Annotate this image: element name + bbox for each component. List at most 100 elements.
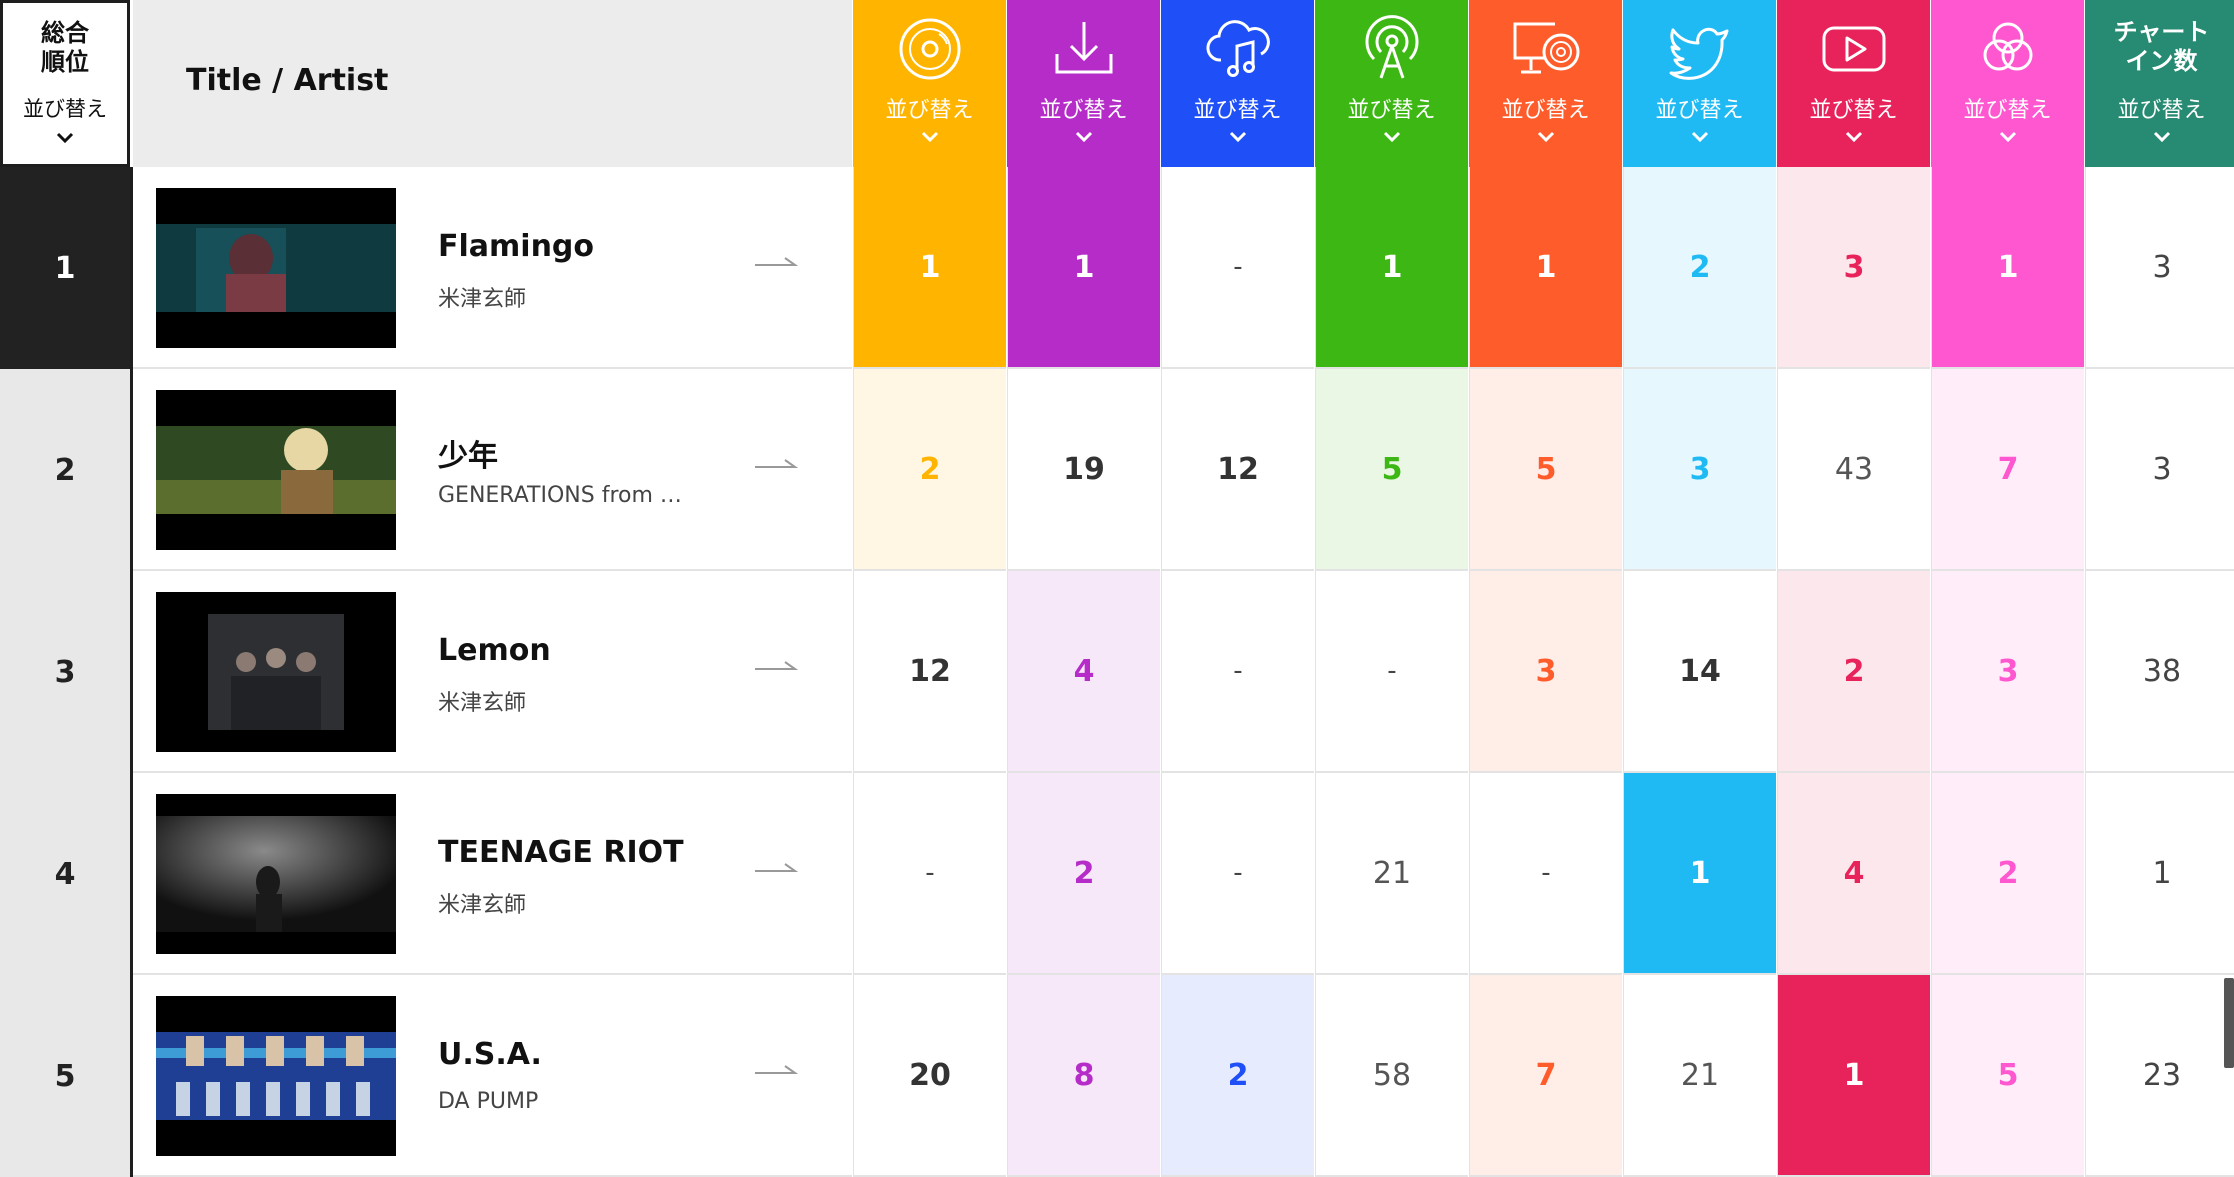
- song-title[interactable]: TEENAGE RIOT: [438, 835, 684, 870]
- title-artist-cell[interactable]: U.S.A. DA PUMP: [133, 975, 852, 1177]
- rank-cell-chart-in-count: 1: [2085, 773, 2234, 975]
- rank-cell-gyao: 2: [1931, 773, 2084, 975]
- chevron-down-icon: [2085, 128, 2234, 147]
- rank-cell-streaming: -: [1161, 167, 1314, 369]
- header-col-streaming[interactable]: 並び替え: [1161, 0, 1314, 167]
- rank-cell-twitter: 14: [1623, 571, 1776, 773]
- sort-label: 並び替え: [1655, 98, 1744, 123]
- rank-cell-youtube: 43: [1777, 369, 1930, 571]
- title-artist-cell[interactable]: 少年 GENERATIONS from …: [133, 369, 852, 571]
- overall-rank-sort-header[interactable]: 総合 順位 並び替え: [0, 0, 130, 167]
- video-thumbnail[interactable]: [156, 996, 396, 1156]
- overall-rank: 4: [0, 773, 133, 975]
- rank-cell-download: 4: [1007, 571, 1160, 773]
- chart-header: 総合 順位 並び替え Title / Artist 並び替え 並び替え 並び替え 並び…: [0, 0, 2234, 167]
- header-col-gyao[interactable]: 並び替え: [1931, 0, 2084, 167]
- rank-cell-gyao: 7: [1931, 369, 2084, 571]
- rank-cell-download: 1: [1007, 167, 1160, 369]
- song-title[interactable]: 少年: [438, 431, 498, 475]
- artist-name[interactable]: DA PUMP: [438, 1089, 538, 1114]
- chevron-down-icon: [1623, 128, 1776, 147]
- rank-cell-chart-in-count: 3: [2085, 167, 2234, 369]
- chart-row[interactable]: 5 U.S.A. DA PUMP 20 8 2 58 7 21 1 5 23: [0, 975, 2234, 1177]
- song-title[interactable]: Flamingo: [438, 229, 594, 264]
- overall-rank-label-line1: 総合: [41, 19, 89, 47]
- rank-cell-twitter: 3: [1623, 369, 1776, 571]
- header-col-chart-in-count[interactable]: チャート イン数並び替え: [2085, 0, 2234, 167]
- chevron-down-icon: [853, 128, 1006, 147]
- chart-row[interactable]: 1 Flamingo 米津玄師 1 1-1 1 2 3 1 3: [0, 167, 2234, 369]
- rank-cell-download: 2: [1007, 773, 1160, 975]
- video-thumbnail[interactable]: [156, 188, 396, 348]
- rank-cell-twitter: 2: [1623, 167, 1776, 369]
- three-circles-icon: [1931, 14, 2084, 84]
- artist-name[interactable]: 米津玄師: [438, 887, 526, 919]
- scrollbar[interactable]: [2224, 978, 2234, 1068]
- rank-cell-gyao: 1: [1931, 167, 2084, 369]
- artist-name[interactable]: 米津玄師: [438, 685, 526, 717]
- youtube-icon: [1777, 14, 1930, 84]
- rank-cell-radio: 5: [1315, 369, 1468, 571]
- rank-cell-streaming: -: [1161, 571, 1314, 773]
- rank-cell-physical-cd: 20: [853, 975, 1006, 1177]
- title-artist-cell[interactable]: Flamingo 米津玄師: [133, 167, 852, 369]
- chevron-down-icon: [1931, 128, 2084, 147]
- title-artist-cell[interactable]: Lemon 米津玄師: [133, 571, 852, 773]
- trend-arrow-icon: [753, 251, 799, 271]
- overall-rank-label-line2: 順位: [41, 48, 89, 76]
- download-icon: [1007, 14, 1160, 84]
- rank-cell-pc-lookup: 1: [1469, 167, 1622, 369]
- sort-label: 並び替え: [1501, 98, 1590, 123]
- sort-label: 並び替え: [1193, 98, 1282, 123]
- trend-arrow-icon: [753, 1059, 799, 1079]
- rank-cell-download: 8: [1007, 975, 1160, 1177]
- chart-row[interactable]: 4 TEENAGE RIOT 米津玄師 -2-21-1 4 2 1: [0, 773, 2234, 975]
- header-col-radio[interactable]: 並び替え: [1315, 0, 1468, 167]
- rank-cell-radio: 58: [1315, 975, 1468, 1177]
- rank-cell-streaming: 2: [1161, 975, 1314, 1177]
- rank-cell-chart-in-count: 38: [2085, 571, 2234, 773]
- video-thumbnail[interactable]: [156, 794, 396, 954]
- rank-cell-youtube: 4: [1777, 773, 1930, 975]
- rank-cell-chart-in-count: 3: [2085, 369, 2234, 571]
- chart-in-count-label-line1: チャート: [2113, 18, 2210, 46]
- rank-cell-twitter: 1: [1623, 773, 1776, 975]
- rank-cell-pc-lookup: 7: [1469, 975, 1622, 1177]
- chart-row[interactable]: 3 Lemon 米津玄師 12 4- -3 14 2 3 38: [0, 571, 2234, 773]
- title-artist-label: Title / Artist: [186, 63, 389, 98]
- header-col-download[interactable]: 並び替え: [1007, 0, 1160, 167]
- sort-label: 並び替え: [23, 97, 107, 121]
- video-thumbnail[interactable]: [156, 390, 396, 550]
- artist-name[interactable]: 米津玄師: [438, 281, 526, 313]
- sort-label: 並び替え: [1963, 98, 2052, 123]
- rank-cell-physical-cd: -: [853, 773, 1006, 975]
- video-thumbnail[interactable]: [156, 592, 396, 752]
- chart-row[interactable]: 2 少年 GENERATIONS from … 2 19 12 5 5 3 43 7 3: [0, 369, 2234, 571]
- monitor-cd-icon: [1469, 14, 1622, 84]
- rank-cell-streaming: 12: [1161, 369, 1314, 571]
- sort-label: 並び替え: [885, 98, 974, 123]
- sort-label: 並び替え: [2117, 98, 2206, 123]
- rank-cell-physical-cd: 2: [853, 369, 1006, 571]
- overall-rank: 5: [0, 975, 133, 1177]
- title-artist-header: Title / Artist: [133, 0, 852, 167]
- rank-cell-youtube: 3: [1777, 167, 1930, 369]
- header-col-physical-cd[interactable]: 並び替え: [853, 0, 1006, 167]
- cloud-music-icon: [1161, 14, 1314, 84]
- song-title[interactable]: Lemon: [438, 633, 551, 668]
- overall-rank-label: 総合 順位: [3, 19, 127, 77]
- header-col-youtube[interactable]: 並び替え: [1777, 0, 1930, 167]
- song-title[interactable]: U.S.A.: [438, 1037, 542, 1072]
- rank-cell-physical-cd: 12: [853, 571, 1006, 773]
- sort-label: 並び替え: [1347, 98, 1436, 123]
- header-col-pc-lookup[interactable]: 並び替え: [1469, 0, 1622, 167]
- header-col-twitter[interactable]: 並び替え: [1623, 0, 1776, 167]
- rank-cell-download: 19: [1007, 369, 1160, 571]
- chevron-down-icon: [3, 129, 127, 148]
- rank-cell-radio: -: [1315, 571, 1468, 773]
- trend-arrow-icon: [753, 655, 799, 675]
- title-artist-cell[interactable]: TEENAGE RIOT 米津玄師: [133, 773, 852, 975]
- chart-in-count-label-line2: イン数: [2125, 47, 2198, 75]
- rank-cell-pc-lookup: 3: [1469, 571, 1622, 773]
- artist-name[interactable]: GENERATIONS from …: [438, 483, 682, 508]
